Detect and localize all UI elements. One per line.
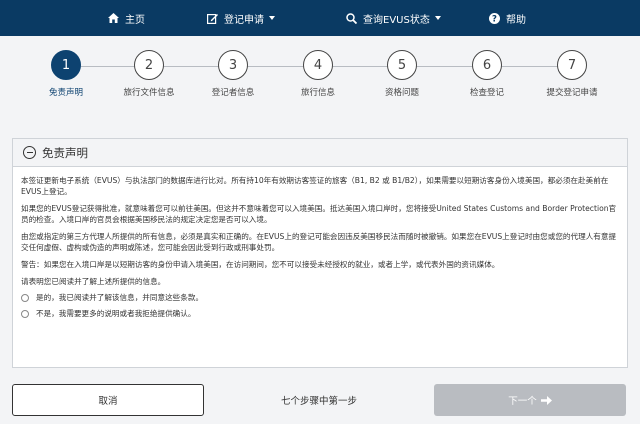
- step-1: 1 免责声明: [26, 50, 106, 98]
- progress-steps: 1 免责声明 2 旅行文件信息 3 登记者信息 4 旅行信息 5 资格问题 6 …: [0, 36, 640, 106]
- decline-option[interactable]: 不是，我需要更多的说明或者我拒绝提供确认。: [21, 308, 619, 319]
- decline-label: 不是，我需要更多的说明或者我拒绝提供确认。: [36, 309, 196, 318]
- step-number: 6: [472, 50, 502, 80]
- nav-help[interactable]: ? 帮助: [489, 0, 526, 36]
- edit-icon: [207, 13, 218, 24]
- svg-text:?: ?: [492, 14, 497, 23]
- next-label: 下一个: [508, 396, 537, 407]
- step-number: 5: [387, 50, 417, 80]
- confirmation-prompt: 请表明您已阅读并了解上述所提供的信息。: [21, 277, 166, 286]
- panel-title: 免责声明: [42, 145, 88, 160]
- step-label: 资格问题: [384, 88, 419, 98]
- chevron-down-icon: [269, 16, 275, 20]
- step-2: 2 旅行文件信息: [109, 50, 189, 98]
- top-navbar: 主页 登记申请 查询EVUS状态 ? 帮助: [0, 0, 640, 36]
- nav-home[interactable]: 主页: [108, 0, 145, 36]
- step-label: 旅行文件信息: [123, 88, 175, 98]
- step-number: 1: [51, 50, 81, 80]
- step-count-text: 七个步骤中第一步: [280, 396, 357, 407]
- step-label: 检查登记: [469, 88, 504, 98]
- step-label: 登记者信息: [211, 88, 255, 98]
- disclaimer-panel: 免责声明 本签证更新电子系统（EVUS）与执法部门的数据库进行比对。所有持10年…: [12, 138, 628, 368]
- decline-radio[interactable]: [21, 309, 29, 318]
- step-label: 免责声明: [48, 88, 83, 98]
- arrow-right-icon: [540, 395, 552, 405]
- disclaimer-paragraph: 本签证更新电子系统（EVUS）与执法部门的数据库进行比对。所有持10年有效期访客…: [21, 176, 609, 196]
- panel-header[interactable]: 免责声明: [13, 139, 627, 167]
- step-6: 6 检查登记: [447, 50, 527, 98]
- step-number: 7: [557, 50, 587, 80]
- disclaimer-paragraph: 由您或指定的第三方代理人所提供的所有信息，必须是真实和正确的。在EVUS上的登记…: [21, 232, 617, 252]
- step-number: 2: [134, 50, 164, 80]
- nav-status-label: 查询EVUS状态: [363, 14, 430, 26]
- next-button[interactable]: 下一个: [434, 384, 626, 416]
- step-7: 7 提交登记申请: [532, 50, 612, 98]
- disclaimer-paragraph: 如果您的EVUS登记获得批准，就意味着您可以前往美国。但这并不意味着您可以入境美…: [21, 204, 617, 224]
- help-icon: ?: [489, 12, 500, 24]
- step-number: 3: [218, 50, 248, 80]
- step-label: 提交登记申请: [546, 88, 598, 98]
- nav-register[interactable]: 登记申请: [207, 0, 275, 36]
- nav-register-label: 登记申请: [224, 14, 264, 26]
- collapse-icon[interactable]: [23, 146, 36, 159]
- chevron-down-icon: [434, 16, 441, 20]
- home-icon: [108, 13, 119, 23]
- nav-home-label: 主页: [125, 14, 145, 26]
- step-5: 5 资格问题: [362, 50, 442, 98]
- step-3: 3 登记者信息: [193, 50, 273, 98]
- step-label: 旅行信息: [300, 88, 335, 98]
- nav-help-label: 帮助: [506, 14, 526, 26]
- search-icon: [346, 12, 357, 24]
- agree-label: 是的，我已阅读并了解该信息，并同意这些条款。: [36, 293, 204, 302]
- agree-radio[interactable]: [21, 293, 29, 302]
- agree-option[interactable]: 是的，我已阅读并了解该信息，并同意这些条款。: [21, 292, 619, 303]
- panel-body: 本签证更新电子系统（EVUS）与执法部门的数据库进行比对。所有持10年有效期访客…: [13, 167, 627, 319]
- step-number: 4: [303, 50, 333, 80]
- cancel-button[interactable]: 取消: [12, 384, 204, 416]
- disclaimer-paragraph: 警告：如果您在入境口岸是以短期访客的身份申请入境美国，在访问期间，您不可以接受未…: [21, 260, 500, 269]
- nav-status[interactable]: 查询EVUS状态: [346, 0, 441, 36]
- step-4: 4 旅行信息: [278, 50, 358, 98]
